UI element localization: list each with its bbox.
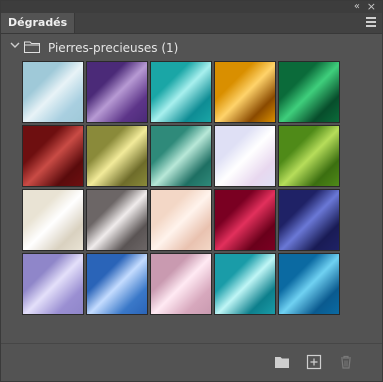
folder-icon	[24, 41, 40, 53]
collapse-icon[interactable]: «	[354, 1, 360, 12]
gradient-swatch[interactable]	[86, 189, 148, 251]
gradient-swatch[interactable]	[86, 125, 148, 187]
gradient-swatch[interactable]	[86, 253, 148, 315]
gradient-swatch[interactable]	[22, 253, 84, 315]
group-label: Pierres-precieuses (1)	[48, 41, 179, 55]
gradient-swatch[interactable]	[278, 125, 340, 187]
gradient-group-row[interactable]: Pierres-precieuses (1)	[7, 38, 376, 58]
panel-footer	[1, 343, 382, 381]
gradient-swatch[interactable]	[22, 61, 84, 123]
gradients-panel: « × Dégradés Pierres-precieuses (1)	[0, 0, 383, 382]
gradient-swatch[interactable]	[86, 61, 148, 123]
gradient-swatch[interactable]	[278, 61, 340, 123]
gradient-swatch[interactable]	[150, 189, 212, 251]
delete-trash-icon[interactable]	[338, 354, 354, 370]
new-group-folder-icon[interactable]	[274, 354, 290, 370]
chevron-down-icon[interactable]	[10, 40, 20, 50]
panel-tab-bar: Dégradés	[1, 13, 382, 34]
panel-top-strip: « ×	[1, 1, 382, 13]
gradient-swatch[interactable]	[214, 253, 276, 315]
gradient-swatch[interactable]	[278, 189, 340, 251]
new-gradient-icon[interactable]	[306, 354, 322, 370]
gradient-swatch[interactable]	[150, 253, 212, 315]
gradient-swatch[interactable]	[214, 189, 276, 251]
gradient-swatch[interactable]	[214, 125, 276, 187]
close-icon[interactable]: ×	[367, 1, 376, 12]
gradient-swatch[interactable]	[278, 253, 340, 315]
gradient-swatch[interactable]	[22, 189, 84, 251]
gradient-swatch-grid	[22, 61, 344, 317]
panel-menu-icon[interactable]	[366, 17, 376, 28]
gradient-swatch[interactable]	[22, 125, 84, 187]
gradient-swatch[interactable]	[150, 61, 212, 123]
gradient-swatch[interactable]	[214, 61, 276, 123]
gradient-swatch[interactable]	[150, 125, 212, 187]
tab-gradients[interactable]: Dégradés	[1, 13, 76, 33]
